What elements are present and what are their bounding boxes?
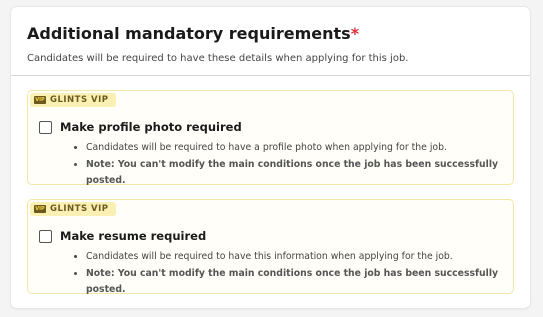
resume-required-checkbox[interactable]: [39, 229, 52, 243]
vip-badge-label: GLINTS VIP: [50, 95, 109, 105]
requirement-box-resume: VIP GLINTS VIP Make resume required Cand…: [27, 199, 514, 295]
required-asterisk: *: [350, 24, 360, 43]
glints-vip-badge: VIP GLINTS VIP: [30, 93, 116, 107]
list-item-note: Note: You can't modify the main conditio…: [86, 266, 513, 299]
card-header: Additional mandatory requirements* Candi…: [11, 7, 530, 76]
profile-photo-required-label[interactable]: Make profile photo required: [60, 120, 242, 134]
mandatory-requirements-card: Additional mandatory requirements* Candi…: [11, 7, 530, 308]
vip-icon: VIP: [34, 205, 46, 213]
vip-icon: VIP: [34, 96, 46, 104]
section-subtitle: Candidates will be required to have thes…: [27, 53, 409, 64]
resume-check-row[interactable]: Make resume required: [39, 229, 206, 243]
vip-badge-label: GLINTS VIP: [50, 204, 109, 214]
profile-photo-info-list: Candidates will be required to have a pr…: [74, 140, 513, 190]
profile-photo-required-checkbox[interactable]: [39, 120, 52, 134]
list-item: Candidates will be required to have a pr…: [86, 140, 513, 157]
profile-photo-check-row[interactable]: Make profile photo required: [39, 120, 242, 134]
list-item: Candidates will be required to have this…: [86, 249, 513, 266]
section-title-text: Additional mandatory requirements: [27, 24, 351, 43]
resume-required-label[interactable]: Make resume required: [60, 229, 206, 243]
glints-vip-badge: VIP GLINTS VIP: [30, 202, 116, 216]
resume-info-list: Candidates will be required to have this…: [74, 249, 513, 299]
list-item-note: Note: You can't modify the main conditio…: [86, 157, 513, 190]
requirement-box-profile-photo: VIP GLINTS VIP Make profile photo requir…: [27, 90, 514, 186]
section-title: Additional mandatory requirements*: [27, 23, 514, 45]
